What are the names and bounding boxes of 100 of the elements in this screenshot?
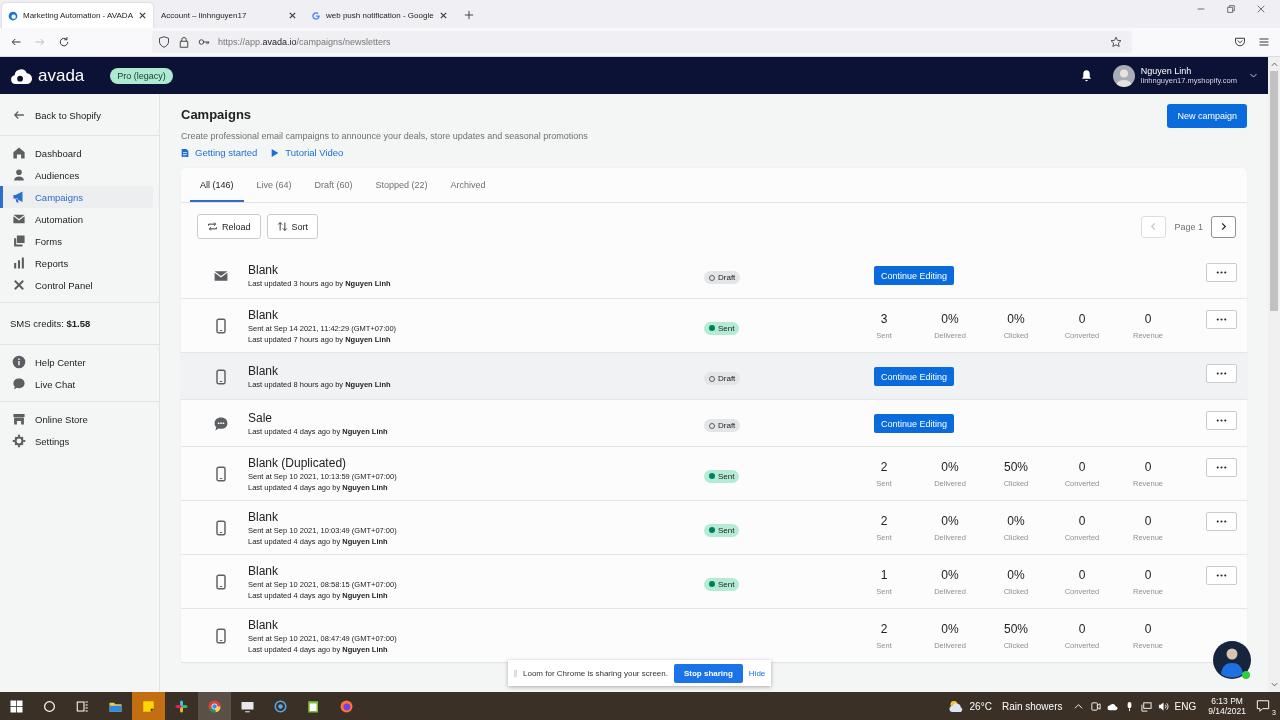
campaign-name: Blank: [248, 308, 280, 322]
chevron-down-icon[interactable]: [1249, 71, 1258, 80]
restore-icon[interactable]: [1226, 4, 1236, 14]
logo-text: avada: [38, 65, 85, 86]
filter-tab[interactable]: Draft (60): [304, 168, 363, 202]
language-indicator[interactable]: ENG: [1174, 700, 1197, 712]
network-icon[interactable]: [1140, 700, 1152, 712]
new-tab-icon[interactable]: [463, 10, 474, 20]
stat-value: 0: [1144, 568, 1152, 582]
stat-value: 3: [880, 312, 888, 326]
sidebar-item[interactable]: Audiences: [0, 164, 153, 186]
filter-tab[interactable]: Stopped (22): [365, 168, 438, 202]
avatar-icon[interactable]: [1112, 64, 1135, 87]
browser-tab[interactable]: web push notification - Google: [305, 3, 454, 28]
browser-tab[interactable]: Account – linhnguyen17: [155, 3, 303, 28]
clock-time[interactable]: 6:13 PM: [1211, 696, 1243, 706]
campaign-name: Blank: [248, 364, 280, 378]
campaign-name: Blank: [248, 618, 280, 632]
stat-value: 0: [1144, 460, 1152, 474]
firefox-icon[interactable]: [339, 698, 354, 714]
status-badge: Sent: [704, 469, 740, 483]
star-icon[interactable]: [1110, 36, 1122, 48]
stat-value: 0: [1144, 312, 1152, 326]
video-link[interactable]: Tutorial Video: [271, 147, 344, 158]
bar-chart-icon: [12, 256, 26, 270]
notepad-icon[interactable]: [306, 698, 321, 714]
search-icon[interactable]: [42, 698, 57, 714]
ellipsis-icon: [1216, 318, 1227, 321]
settings-icon: [12, 434, 26, 448]
filter-tab[interactable]: Archived: [440, 168, 496, 202]
campaign-name: Blank: [248, 564, 280, 578]
chevron-right-icon: [1219, 222, 1228, 231]
sidebar-item[interactable]: Live Chat: [0, 373, 153, 395]
chat-icon: [12, 377, 26, 391]
sidebar-item[interactable]: Automation: [0, 208, 153, 230]
close-icon[interactable]: [138, 11, 147, 20]
slack-icon[interactable]: [174, 698, 189, 714]
notifications-icon[interactable]: [1256, 699, 1270, 713]
stat-value: 2: [880, 514, 888, 528]
reload-button[interactable]: Reload: [197, 214, 261, 239]
stat-value: 0%: [1007, 312, 1025, 326]
guide-link[interactable]: Getting started: [181, 147, 258, 158]
sidebar-item[interactable]: Control Panel: [0, 274, 153, 296]
page-number: Page 1: [1173, 221, 1204, 232]
chrome-icon[interactable]: [207, 698, 222, 714]
stat-value: 2: [880, 622, 888, 636]
windows-icon[interactable]: [9, 698, 24, 714]
menu-icon[interactable]: [1258, 36, 1270, 48]
sidebar-item[interactable]: Campaigns: [0, 186, 153, 208]
campaign-name: Blank: [248, 510, 280, 524]
status-badge: Sent: [704, 321, 740, 335]
sidebar-item[interactable]: Online Store: [0, 408, 153, 430]
status-badge: Sent: [704, 577, 740, 591]
drag-handle-icon[interactable]: [514, 668, 517, 678]
ellipsis-icon: [1216, 520, 1227, 523]
back-link[interactable]: Back to Shopify: [0, 104, 153, 126]
task-view-icon[interactable]: [75, 698, 90, 714]
ellipsis-icon: [1216, 372, 1227, 375]
close-icon[interactable]: [288, 11, 297, 20]
next-page-button[interactable]: [1211, 215, 1236, 238]
filter-tab[interactable]: Live (64): [246, 168, 302, 202]
chat-avatar-icon[interactable]: [1212, 640, 1252, 680]
temperature: 26°C: [969, 700, 992, 712]
filter-tab[interactable]: All (146): [190, 168, 244, 202]
browser-tab[interactable]: Marketing Automation - AVADA: [2, 3, 153, 28]
notification-icon[interactable]: [1079, 69, 1093, 82]
weather-icon: [947, 699, 965, 713]
continue-editing-button[interactable]: Continue Editing: [874, 266, 955, 285]
sidebar-item[interactable]: Settings: [0, 430, 153, 452]
stat-value: 0%: [1007, 514, 1025, 528]
close-icon[interactable]: [438, 11, 448, 20]
speaker-icon[interactable]: [1157, 700, 1169, 712]
clock-date[interactable]: 9/14/2021: [1208, 706, 1246, 716]
sharing-message: Loom for Chrome is sharing your screen.: [523, 668, 668, 678]
sidebar-item[interactable]: Help Center: [0, 351, 153, 373]
ellipsis-icon: [1216, 466, 1227, 469]
stat-value: 0: [1078, 622, 1086, 636]
continue-editing-button[interactable]: Continue Editing: [874, 367, 955, 386]
hide-link[interactable]: Hide: [748, 668, 766, 678]
sidebar-item[interactable]: Reports: [0, 252, 153, 274]
sms-credits: SMS credits: $1.58: [9, 317, 92, 331]
pocket-icon[interactable]: [1234, 36, 1246, 48]
back-icon[interactable]: [10, 36, 22, 48]
new-campaign-button[interactable]: New campaign: [1167, 104, 1247, 128]
cortana-icon[interactable]: [273, 698, 288, 714]
sidebar-item[interactable]: Forms: [0, 230, 153, 252]
reload-icon[interactable]: [58, 36, 70, 48]
info-icon: [12, 355, 26, 369]
sort-button[interactable]: Sort: [266, 214, 319, 239]
stop-sharing-button[interactable]: Stop sharing: [673, 663, 743, 683]
key-icon: [198, 36, 210, 48]
stat-value: 0%: [1007, 568, 1025, 582]
continue-editing-button[interactable]: Continue Editing: [874, 414, 955, 433]
sort-icon: [276, 221, 288, 232]
stat-value: 0%: [941, 460, 959, 474]
sidebar-item[interactable]: Dashboard: [0, 142, 153, 164]
sticky-note-icon[interactable]: [141, 698, 156, 714]
address-bar[interactable]: https://app.avada.io/campaigns/newsletters: [152, 31, 1132, 53]
phone-icon: [213, 574, 229, 590]
phone-icon: [213, 520, 229, 536]
